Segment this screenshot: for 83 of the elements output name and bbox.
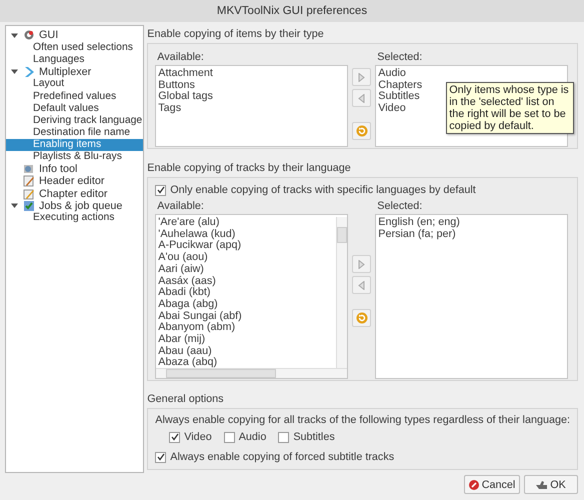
tree-item[interactable]: Header editor bbox=[6, 175, 144, 188]
section-title: Enable copying of tracks by their language bbox=[147, 162, 352, 174]
caret-icon[interactable] bbox=[11, 202, 18, 210]
chevron-icon bbox=[23, 66, 35, 78]
list-item[interactable]: Attachment bbox=[158, 68, 348, 80]
available-list[interactable]: 'Are'are (alu) 'Auhelawa (kud) A-Pucikwar (apq) A'ou (aou) Aari (aiw) Aasáx (aas) Abadi (kbt) Abaga (abg) Abai Sungai (abf) Abanyom (abm) Abar (mij) Abau (aau) Abaza (abq) bbox=[155, 214, 348, 379]
checklist-icon bbox=[23, 200, 35, 212]
revert-button[interactable] bbox=[352, 122, 372, 140]
list-label: Selected: bbox=[377, 200, 424, 212]
check-icon bbox=[156, 186, 165, 194]
gear-icon bbox=[23, 29, 35, 42]
list-item[interactable]: Tags bbox=[158, 103, 348, 115]
tree-item[interactable]: Chapter editor bbox=[6, 187, 144, 200]
cancel-button[interactable]: Cancel bbox=[464, 475, 520, 494]
list-item[interactable]: Abar (mij) bbox=[158, 334, 336, 346]
add-button[interactable] bbox=[352, 68, 372, 86]
tree-item[interactable]: Enabling items bbox=[6, 138, 144, 151]
tree-item[interactable]: Jobs & job queue bbox=[6, 200, 144, 212]
right-arrow-icon bbox=[358, 72, 366, 82]
list-item[interactable]: 'Are'are (alu) bbox=[158, 217, 336, 229]
tree-item[interactable]: Playlists & Blu-rays bbox=[6, 150, 144, 164]
list-label: Available: bbox=[157, 51, 205, 63]
list-item[interactable]: Buttons bbox=[158, 80, 348, 92]
revert-icon bbox=[356, 312, 368, 324]
checkbox[interactable]: Only enable copying of tracks with specific languages by default bbox=[155, 182, 570, 198]
list-item[interactable]: Abanyom (abm) bbox=[158, 322, 336, 334]
caret-icon[interactable] bbox=[11, 68, 18, 76]
pencil-icon bbox=[23, 188, 35, 200]
tooltip: Only items whose type is in the 'selected' list on the right will be set to be copied by default. bbox=[446, 82, 574, 134]
revert-button[interactable] bbox=[352, 309, 372, 327]
tree-item[interactable]: Default values bbox=[6, 102, 144, 114]
tree-item[interactable]: Deriving track language bbox=[6, 114, 144, 126]
list-item[interactable]: Abau (aau) bbox=[158, 346, 336, 358]
tree-item[interactable]: Multiplexer bbox=[6, 66, 144, 78]
list-item[interactable]: Abaga (abg) bbox=[158, 298, 336, 311]
scrollbar[interactable] bbox=[156, 368, 348, 378]
list-item[interactable]: Abaza (abq) bbox=[158, 357, 336, 370]
tree-item[interactable]: Layout bbox=[6, 78, 144, 90]
add-button[interactable] bbox=[352, 255, 372, 273]
list-item[interactable]: A-Pucikwar (apq) bbox=[158, 240, 336, 252]
scrollbar[interactable] bbox=[336, 217, 348, 368]
revert-icon bbox=[356, 125, 368, 137]
list-item[interactable]: English (en; eng) bbox=[378, 217, 568, 229]
left-arrow-icon bbox=[358, 94, 366, 102]
list-item[interactable]: Global tags bbox=[158, 91, 348, 104]
pencil-icon bbox=[23, 175, 35, 188]
list-item[interactable]: Abadi (kbt) bbox=[158, 287, 336, 299]
check-icon bbox=[156, 453, 165, 461]
check-icon bbox=[170, 433, 179, 441]
checkbox[interactable]: Subtitles bbox=[278, 429, 335, 445]
checkbox[interactable]: Audio bbox=[224, 429, 266, 445]
available-list[interactable]: Attachment Buttons Global tags Tags bbox=[155, 65, 348, 147]
list-item[interactable]: A'ou (aou) bbox=[158, 252, 336, 264]
window-title: MKVToolNix GUI preferences bbox=[216, 5, 368, 17]
hand-icon bbox=[536, 480, 548, 490]
remove-button[interactable] bbox=[352, 89, 372, 107]
section-title: Enable copying of items by their type bbox=[147, 28, 325, 40]
tree-item[interactable]: Languages bbox=[6, 53, 144, 66]
tree-item[interactable]: Often used selections bbox=[6, 41, 144, 54]
option-label: Always enable copying for all tracks of the following types regardless of their language: bbox=[155, 414, 570, 426]
section-title: General options bbox=[147, 393, 225, 405]
tree-item[interactable]: Destination file name bbox=[6, 126, 144, 139]
tree-item[interactable]: Executing actions bbox=[6, 212, 144, 224]
list-item[interactable]: Aasáx (aas) bbox=[158, 276, 336, 288]
ok-button[interactable]: OK bbox=[524, 475, 578, 494]
list-item[interactable]: Audio bbox=[378, 68, 568, 80]
selected-list[interactable]: English (en; eng) Persian (fa; per) bbox=[375, 214, 568, 379]
tree-item[interactable]: Info tool bbox=[6, 163, 144, 176]
list-item[interactable]: Aari (aiw) bbox=[158, 264, 336, 276]
list-item[interactable]: 'Auhelawa (kud) bbox=[158, 228, 336, 240]
remove-button[interactable] bbox=[352, 276, 372, 294]
checkbox[interactable]: Video bbox=[169, 429, 212, 445]
list-label: Selected: bbox=[377, 51, 424, 63]
right-arrow-icon bbox=[358, 260, 366, 268]
left-arrow-icon bbox=[358, 280, 366, 290]
tree-item[interactable]: GUI bbox=[6, 29, 144, 42]
list-item[interactable]: Abai Sungai (abf) bbox=[158, 310, 336, 322]
checkbox[interactable]: Always enable copying of forced subtitle tracks bbox=[155, 449, 570, 465]
list-item[interactable]: Persian (fa; per) bbox=[378, 228, 568, 240]
caret-icon[interactable] bbox=[11, 32, 18, 39]
cancel-icon bbox=[468, 480, 479, 490]
list-label: Available: bbox=[157, 200, 205, 212]
tree-item[interactable]: Predefined values bbox=[6, 90, 144, 102]
